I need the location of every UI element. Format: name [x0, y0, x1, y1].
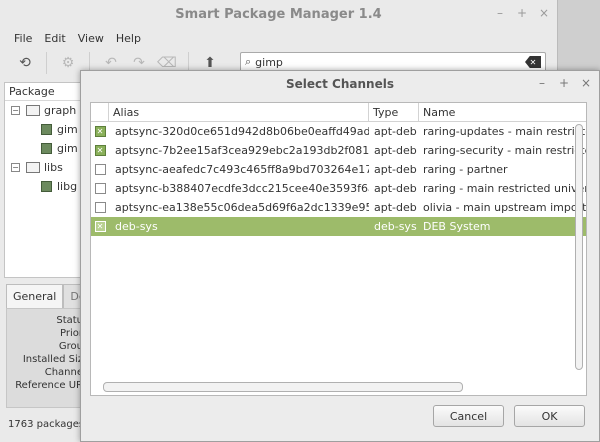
tree-package-label: libg: [57, 180, 78, 193]
channel-type: apt-deb: [374, 201, 417, 214]
name-column-header[interactable]: Name: [419, 103, 586, 121]
type-column-header[interactable]: Type: [369, 103, 419, 121]
dialog-title: Select Channels: [286, 77, 394, 91]
channel-checkbox[interactable]: [94, 221, 106, 232]
search-icon: ⌕: [245, 55, 252, 68]
cancel-button[interactable]: Cancel: [433, 405, 504, 427]
folder-icon: [26, 162, 40, 173]
channel-type: apt-deb: [374, 125, 417, 138]
vertical-scroll-thumb[interactable]: [575, 124, 583, 370]
package-icon: [41, 181, 52, 192]
refresh-icon[interactable]: ⟲: [12, 51, 38, 75]
channel-name: raring-security - main restricted univer…: [423, 144, 586, 157]
channel-type: deb-sys: [374, 220, 417, 233]
channel-row[interactable]: aptsync-320d0ce651d942d8b06be0eaffd49ade…: [91, 122, 586, 141]
window-title: Smart Package Manager 1.4: [175, 6, 382, 22]
search-value[interactable]: gimp: [255, 56, 525, 69]
channel-checkbox[interactable]: [94, 126, 106, 137]
maximize-icon[interactable]: +: [515, 6, 529, 20]
toolbar-separator: [46, 52, 47, 74]
channel-list-header: Alias Type Name: [91, 103, 586, 122]
package-icon: [41, 124, 52, 135]
channel-checkbox[interactable]: [94, 164, 106, 175]
alias-column-header[interactable]: Alias: [109, 103, 369, 121]
channel-name: olivia - main upstream import: [423, 201, 586, 214]
menu-view[interactable]: View: [72, 32, 110, 45]
channel-checkbox-cell: [91, 126, 109, 137]
menu-file[interactable]: File: [8, 32, 38, 45]
channel-name: raring - partner: [423, 163, 508, 176]
tree-package-label: gim: [57, 142, 78, 155]
channel-alias: aptsync-aeafedc7c493c465ff8a9bd703264e17: [115, 163, 369, 176]
tree-group-label: libs: [44, 161, 63, 174]
package-icon: [41, 143, 52, 154]
channel-row[interactable]: aptsync-aeafedc7c493c465ff8a9bd703264e17…: [91, 160, 586, 179]
status-bar: 1763 packages: [8, 419, 85, 430]
channel-name: raring-updates - main restricted univers…: [423, 125, 586, 138]
channel-row[interactable]: deb-sys deb-sys DEB System: [91, 217, 586, 236]
channel-checkbox[interactable]: [94, 202, 106, 213]
main-titlebar: Smart Package Manager 1.4 – + ×: [0, 0, 557, 28]
channel-list[interactable]: Alias Type Name aptsync-320d0ce651d942d8…: [90, 102, 587, 396]
channel-row[interactable]: aptsync-ea138e55c06dea5d69f6a2dc1339e952…: [91, 198, 586, 217]
channel-checkbox-cell: [91, 202, 109, 213]
menu-edit[interactable]: Edit: [38, 32, 71, 45]
tree-package-label: gim: [57, 123, 78, 136]
channel-alias: deb-sys: [115, 220, 158, 233]
select-channels-dialog: Select Channels – + × Alias Type Name ap…: [80, 70, 600, 442]
channel-alias: aptsync-7b2ee15af3cea929ebc2a193db2f0813: [115, 144, 369, 157]
channel-alias: aptsync-ea138e55c06dea5d69f6a2dc1339e952: [115, 201, 369, 214]
channel-checkbox-cell: [91, 164, 109, 175]
dialog-maximize-icon[interactable]: +: [557, 76, 571, 90]
channel-type: apt-deb: [374, 163, 417, 176]
channel-checkbox[interactable]: [94, 145, 106, 156]
menu-help[interactable]: Help: [110, 32, 147, 45]
channel-alias: aptsync-320d0ce651d942d8b06be0eaffd49ade: [115, 125, 369, 138]
check-column-header[interactable]: [91, 103, 109, 121]
collapse-icon[interactable]: −: [11, 163, 20, 172]
dialog-close-icon[interactable]: ×: [579, 76, 593, 90]
channel-alias: aptsync-b388407ecdfe3dcc215cee40e3593f6a: [115, 182, 369, 195]
folder-icon: [26, 105, 40, 116]
channel-checkbox-cell: [91, 221, 109, 232]
minimize-icon[interactable]: –: [493, 6, 507, 20]
clear-search-icon[interactable]: ✕: [525, 56, 541, 68]
settings-icon[interactable]: ⚙: [55, 51, 81, 75]
channel-checkbox-cell: [91, 145, 109, 156]
collapse-icon[interactable]: −: [11, 106, 20, 115]
channel-checkbox[interactable]: [94, 183, 106, 194]
vertical-scrollbar[interactable]: [574, 124, 584, 370]
channel-row[interactable]: aptsync-7b2ee15af3cea929ebc2a193db2f0813…: [91, 141, 586, 160]
channel-type: apt-deb: [374, 144, 417, 157]
tab-general[interactable]: General: [6, 284, 64, 308]
tree-group-label: graph: [44, 104, 77, 117]
search-input[interactable]: ⌕ gimp ✕: [240, 52, 546, 72]
horizontal-scrollbar[interactable]: [103, 382, 463, 392]
dialog-titlebar: Select Channels – + ×: [81, 71, 599, 97]
channel-rows: aptsync-320d0ce651d942d8b06be0eaffd49ade…: [91, 122, 586, 236]
channel-checkbox-cell: [91, 183, 109, 194]
channel-name: DEB System: [423, 220, 491, 233]
channel-type: apt-deb: [374, 182, 417, 195]
channel-row[interactable]: aptsync-b388407ecdfe3dcc215cee40e3593f6a…: [91, 179, 586, 198]
ok-button[interactable]: OK: [514, 405, 585, 427]
menubar: File Edit View Help: [0, 28, 557, 48]
dialog-minimize-icon[interactable]: –: [535, 76, 549, 90]
close-icon[interactable]: ×: [537, 6, 551, 20]
channel-name: raring - main restricted universe: [423, 182, 586, 195]
